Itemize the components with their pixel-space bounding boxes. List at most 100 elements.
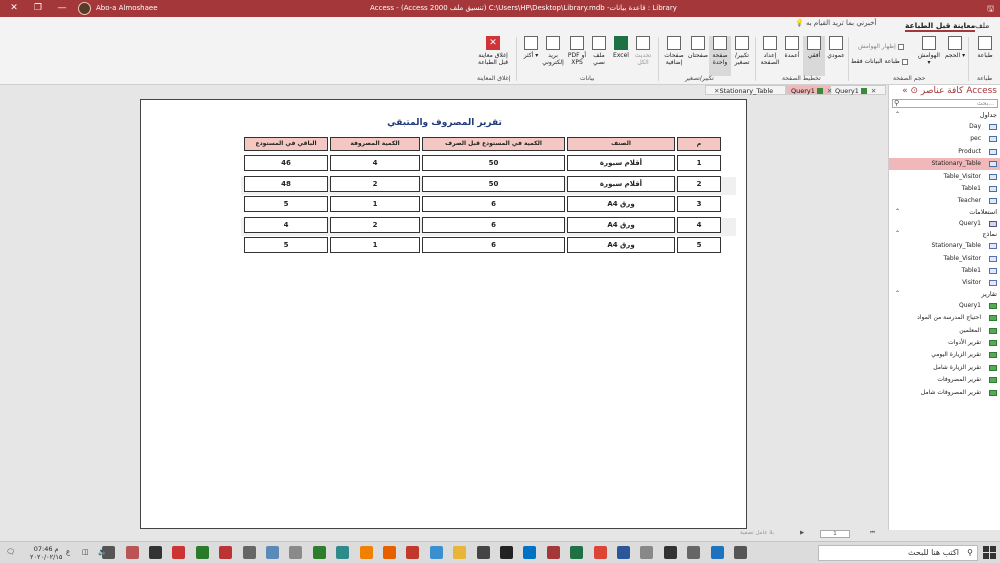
photo-editor-icon[interactable]: [172, 546, 186, 559]
taskbar-search-input[interactable]: ⚲ اكتب هنا للبحث: [818, 545, 978, 561]
people-icon[interactable]: [336, 546, 350, 559]
nav-item-forms[interactable]: Table_Visitor: [889, 253, 1000, 265]
nav-item-forms[interactable]: Table1: [889, 265, 1000, 277]
pdf-reader-icon[interactable]: [219, 546, 233, 559]
nav-section-tables[interactable]: ⌃ جداول: [889, 111, 1000, 121]
word-icon[interactable]: [617, 546, 630, 559]
save-icon[interactable]: 🖫: [987, 0, 994, 17]
nav-item-tables[interactable]: Teacher: [889, 195, 1000, 207]
nav-collapse-icon[interactable]: «: [902, 86, 908, 96]
nav-item-tables[interactable]: Day: [889, 121, 1000, 133]
calc-icon[interactable]: [195, 546, 209, 559]
nav-item-reports[interactable]: تقرير الزيارة اليومي: [889, 349, 1000, 361]
user-name[interactable]: Abo-a Almoshaee: [80, 0, 158, 17]
filter-indicator[interactable]: بلا عامل تصفية: [740, 530, 774, 536]
close-icon[interactable]: ✕: [871, 87, 876, 95]
collapse-chevron-icon[interactable]: ⌃: [895, 208, 900, 215]
doc-tab-query1[interactable]: Query1 ✕: [830, 85, 886, 95]
store-icon[interactable]: [663, 546, 677, 559]
task-view-icon[interactable]: [734, 546, 747, 559]
explorer-icon[interactable]: [453, 546, 467, 559]
outlook-icon[interactable]: [523, 546, 537, 559]
settings-icon[interactable]: [687, 546, 701, 559]
collapse-chevron-icon[interactable]: ⌃: [895, 230, 900, 237]
zoom-button[interactable]: تكبير/ تصغير: [731, 36, 753, 66]
nav-item-forms[interactable]: Stationary_Table: [889, 240, 1000, 252]
export-excel-button[interactable]: Excel: [610, 36, 632, 59]
chrome-icon[interactable]: [593, 546, 607, 559]
network-icon[interactable]: ◫: [82, 548, 89, 556]
print-data-only-checkbox[interactable]: طباعة البيانات فقط: [851, 58, 908, 65]
nav-search-input[interactable]: ⚲ بحث...: [892, 99, 998, 108]
volume-icon[interactable]: 🔈: [98, 548, 107, 556]
nav-item-reports[interactable]: تقرير الأدوات: [889, 337, 1000, 349]
camera-icon[interactable]: [242, 546, 256, 559]
more-pages-button[interactable]: صفحات إضافية: [663, 36, 685, 66]
doc-tab-query1-report[interactable]: Query1 ✕: [786, 85, 832, 95]
vlc-icon[interactable]: [359, 546, 373, 559]
nav-item-queries[interactable]: Query1: [889, 218, 1000, 230]
columns-button[interactable]: أعمدة: [781, 36, 803, 59]
nav-item-tables[interactable]: Table1: [889, 183, 1000, 195]
media-icon[interactable]: [406, 546, 420, 559]
doc-tab-stationary-table[interactable]: ✕Stationary_Table: [705, 85, 786, 95]
nav-section-queries[interactable]: ⌃ استعلامات: [889, 208, 1000, 218]
windows-start-icon[interactable]: [983, 546, 996, 559]
nav-item-forms[interactable]: Visitor: [889, 277, 1000, 289]
firefox-icon[interactable]: [383, 546, 396, 559]
export-pdf-button[interactable]: PDF أو XPS: [566, 36, 588, 66]
nav-item-tables[interactable]: Stationary_Table: [889, 158, 1000, 171]
tell-me-box[interactable]: 💡 أخبرني بما تريد القيام به: [795, 19, 876, 27]
excel-icon[interactable]: [570, 546, 584, 559]
photos-icon[interactable]: [640, 546, 654, 559]
close-icon[interactable]: ✕: [827, 87, 832, 95]
audio-icon[interactable]: [149, 546, 162, 559]
one-page-button[interactable]: صفحة واحدة: [709, 36, 731, 76]
page-number-input[interactable]: 1: [820, 530, 850, 538]
app-icon[interactable]: [289, 546, 303, 559]
nav-section-reports[interactable]: ⌃ تقارير: [889, 290, 1000, 300]
app2-icon[interactable]: [125, 546, 139, 559]
portrait-button[interactable]: عمودي: [825, 36, 847, 59]
collapse-chevron-icon[interactable]: ⌃: [895, 290, 900, 297]
collapse-chevron-icon[interactable]: ⌃: [895, 111, 900, 118]
paint-icon[interactable]: [266, 546, 279, 559]
taskbar-clock[interactable]: م 07:46 ٢٠٢٠/٠٢/١٥: [30, 545, 62, 561]
nav-item-tables[interactable]: Table_Visitor: [889, 171, 1000, 183]
margins-button[interactable]: الهوامش ▾: [918, 36, 940, 66]
notifications-icon[interactable]: 🗨: [6, 548, 15, 556]
size-button[interactable]: الحجم ▾: [944, 36, 966, 59]
nav-item-reports[interactable]: المعلمين: [889, 325, 1000, 337]
dropdown-icon[interactable]: ⊙: [910, 86, 918, 96]
edge-icon[interactable]: [710, 546, 724, 559]
print-button[interactable]: طباعة: [974, 36, 996, 59]
nav-item-tables[interactable]: pec: [889, 133, 1000, 145]
tab-file[interactable]: ملف: [975, 19, 989, 32]
close-preview-button[interactable]: ✕ إغلاق معاينة قبل الطباعة: [476, 36, 510, 66]
report-preview-area[interactable]: تقرير المصروف والمتبقي م الصنف الكمية في…: [0, 95, 888, 530]
nav-pane-header[interactable]: « ⊙ كافة عناصر Access: [889, 86, 1000, 98]
next-page-icon[interactable]: ▶: [800, 530, 804, 536]
export-text-file-button[interactable]: ملف نصي: [588, 36, 610, 66]
show-margins-checkbox[interactable]: إظهار الهوامش: [858, 43, 904, 50]
nav-item-reports[interactable]: تقرير الزيارة شامل: [889, 362, 1000, 374]
mail-icon[interactable]: [476, 546, 490, 559]
nav-item-reports[interactable]: تقرير المصروفات: [889, 374, 1000, 386]
access-icon[interactable]: [546, 546, 560, 559]
landscape-button[interactable]: أفقي: [803, 36, 825, 76]
nav-item-reports[interactable]: احتياج المدرسة من المواد: [889, 312, 1000, 324]
tab-print-preview[interactable]: معاينة قبل الطباعة: [905, 19, 976, 32]
more-button[interactable]: أكثر ▾: [520, 36, 542, 59]
page-setup-button[interactable]: إعداد الصفحة: [759, 36, 781, 66]
minimize-window-button[interactable]: —: [48, 0, 76, 17]
refresh-all-button[interactable]: تحديث الكل: [632, 36, 654, 66]
first-page-icon[interactable]: ⏮: [870, 530, 875, 537]
snip-icon[interactable]: [312, 546, 326, 559]
language-icon[interactable]: ع: [66, 548, 70, 556]
nav-item-reports[interactable]: تقرير المصروفات شامل: [889, 387, 1000, 399]
photo-viewer-icon[interactable]: [429, 546, 443, 559]
nav-section-forms[interactable]: ⌃ نماذج: [889, 230, 1000, 240]
nav-item-reports[interactable]: Query1: [889, 300, 1000, 312]
email-button[interactable]: بريد إلكتروني: [542, 36, 564, 66]
terminal-icon[interactable]: [500, 546, 513, 559]
